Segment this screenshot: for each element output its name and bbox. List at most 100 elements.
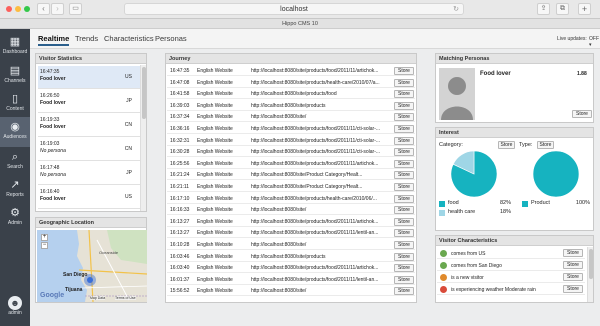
journey-url[interactable]: http://localhost:8080/site/products/heal… xyxy=(251,80,391,86)
journey-store-button[interactable]: Store xyxy=(394,159,414,168)
journey-store-button[interactable]: Store xyxy=(394,113,414,122)
journey-url[interactable]: http://localhost:8080/site/products/food xyxy=(251,91,391,97)
journey-url[interactable]: http://localhost:8080/site/Product Categ… xyxy=(251,172,391,178)
journey-url[interactable]: http://localhost:8080/site/ xyxy=(251,242,391,248)
sidebar-item-audiences[interactable]: ◉ Audiences xyxy=(0,117,30,147)
tab-characteristics[interactable]: Characteristics xyxy=(104,34,154,44)
journey-store-button[interactable]: Store xyxy=(394,101,414,110)
visitor-row[interactable]: 16:26:50 Food lover JP xyxy=(38,90,140,113)
address-bar[interactable]: localhost ↻ xyxy=(124,3,464,15)
journey-store-button[interactable]: Store xyxy=(394,264,414,273)
journey-store-button[interactable]: Store xyxy=(394,241,414,249)
journey-url[interactable]: http://localhost:8080/site/ xyxy=(251,207,391,213)
journey-store-button[interactable]: Store xyxy=(394,125,414,133)
map-data-link[interactable]: Map Data xyxy=(90,296,106,300)
visitor-row[interactable]: 16:17:48 No persona JP xyxy=(38,162,140,185)
journey-store-button[interactable]: Store xyxy=(394,67,414,75)
journey-store-button[interactable]: Store xyxy=(394,194,414,203)
avatar: ☻ xyxy=(8,296,22,310)
persona-store-button[interactable]: Store xyxy=(572,110,592,118)
journey-url[interactable]: http://localhost:8080/site/products/food… xyxy=(251,138,391,144)
journey-store-button[interactable]: Store xyxy=(394,78,414,87)
tab-personas[interactable]: Personas xyxy=(155,34,187,44)
tabs-overview-icon[interactable]: ⧉ xyxy=(556,3,569,15)
visitor-row[interactable]: 16:16:40 Food lover US xyxy=(38,186,140,209)
visitor-row[interactable]: 16:47:35 Food lover US xyxy=(38,66,140,89)
sidebar-item-label: Dashboard xyxy=(2,49,28,55)
map-label-oceanside: Oceanside xyxy=(99,250,119,255)
journey-store-button[interactable]: Store xyxy=(394,229,414,238)
journey-row: 16:03:46 English Website http://localhost:… xyxy=(167,252,415,262)
zoom-out-button[interactable]: − xyxy=(41,242,48,249)
journey-url[interactable]: http://localhost:8080/site/products/food… xyxy=(251,149,391,155)
back-button[interactable]: ‹ xyxy=(37,3,50,15)
visitor-row[interactable]: 16:19:03 No persona CN xyxy=(38,138,140,161)
share-icon[interactable]: ⇪ xyxy=(537,3,550,15)
close-window-icon[interactable] xyxy=(6,6,12,12)
characteristic-store-button[interactable]: Store xyxy=(563,249,583,257)
journey-url[interactable]: http://localhost:8080/site/products/food… xyxy=(251,277,391,283)
forward-button[interactable]: › xyxy=(51,3,64,15)
journey-url[interactable]: http://localhost:8080/site/products xyxy=(251,254,391,260)
journey-url[interactable]: http://localhost:8080/site/products/food… xyxy=(251,219,391,225)
characteristic-row: is a new visitor Store xyxy=(437,272,585,283)
journey-row: 16:41:58 English Website http://localhost:… xyxy=(167,89,415,100)
maximize-window-icon[interactable] xyxy=(24,6,30,12)
characteristic-store-button[interactable]: Store xyxy=(563,261,583,269)
characteristic-text: is experiencing weather Moderate rain xyxy=(451,287,536,293)
journey-store-button[interactable]: Store xyxy=(394,171,414,180)
zoom-in-button[interactable]: + xyxy=(41,234,48,241)
journey-store-button[interactable]: Store xyxy=(394,275,414,284)
tab-trends[interactable]: Trends xyxy=(75,34,98,44)
scrollbar-thumb[interactable] xyxy=(142,67,146,119)
characteristic-store-button[interactable]: Store xyxy=(563,273,583,281)
category-legend-swatch xyxy=(439,201,445,207)
sidebar-item-admin[interactable]: ⚙ Admin xyxy=(0,203,30,233)
journey-url[interactable]: http://localhost:8080/site/products/heal… xyxy=(251,196,391,202)
persona-avatar xyxy=(439,68,475,120)
characteristic-store-button[interactable]: Store xyxy=(563,285,583,293)
journey-store-button[interactable]: Store xyxy=(394,183,414,191)
category-store-button[interactable]: Store xyxy=(498,141,515,149)
scrollbar-thumb[interactable] xyxy=(589,249,593,279)
journey-store-button[interactable]: Store xyxy=(394,90,414,99)
characteristics-scrollbar[interactable] xyxy=(587,247,593,302)
sidebar-item-reports[interactable]: ↗ Reports xyxy=(0,175,30,205)
journey-url[interactable]: http://localhost:8080/site/products/food… xyxy=(251,68,391,74)
visitor-row[interactable]: 16:19:33 Food lover CN xyxy=(38,114,140,137)
terms-link[interactable]: Terms of Use xyxy=(115,296,136,300)
minimize-window-icon[interactable] xyxy=(15,6,21,12)
live-updates-select[interactable]: OFF ▾ xyxy=(589,36,600,48)
journey-time: 16:47:35 xyxy=(170,68,190,74)
channels-icon: ▤ xyxy=(9,65,21,77)
sidebar-item-dashboard[interactable]: ▦ Dashboard xyxy=(0,32,30,62)
user-menu[interactable]: ☻ admin xyxy=(0,293,30,323)
journey-time: 16:17:10 xyxy=(170,195,190,202)
journey-site: English Website xyxy=(197,137,233,144)
journey-url[interactable]: http://localhost:8080/site/products xyxy=(251,103,391,109)
tab-realtime[interactable]: Realtime xyxy=(38,34,70,46)
map[interactable]: + − Oceanside San Diego Tijuana Google M… xyxy=(37,230,147,302)
journey-store-button[interactable]: Store xyxy=(394,148,414,157)
journey-time: 16:16:33 xyxy=(170,207,190,214)
sidebar-toggle-icon[interactable]: ▭ xyxy=(69,3,82,15)
type-store-button[interactable]: Store xyxy=(537,141,554,149)
journey-url[interactable]: http://localhost:8080/site/ xyxy=(251,288,391,294)
sidebar-item-search[interactable]: ⌕ Search xyxy=(0,147,30,177)
journey-url[interactable]: http://localhost:8080/site/ xyxy=(251,114,391,120)
reload-icon[interactable]: ↻ xyxy=(453,4,459,15)
sidebar-item-channels[interactable]: ▤ Channels xyxy=(0,61,30,91)
journey-url[interactable]: http://localhost:8080/site/products/food… xyxy=(251,265,391,271)
journey-store-button[interactable]: Store xyxy=(394,252,414,261)
new-tab-icon[interactable]: + xyxy=(578,3,591,15)
journey-store-button[interactable]: Store xyxy=(394,217,414,226)
sidebar-item-content[interactable]: ▯ Content xyxy=(0,89,30,119)
journey-url[interactable]: http://localhost:8080/site/products/food… xyxy=(251,126,391,132)
journey-url[interactable]: http://localhost:8080/site/Product Categ… xyxy=(251,184,391,190)
journey-url[interactable]: http://localhost:8080/site/products/food… xyxy=(251,161,391,167)
visitor-list-scrollbar[interactable] xyxy=(140,65,146,211)
journey-store-button[interactable]: Store xyxy=(394,206,414,215)
journey-url[interactable]: http://localhost:8080/site/products/food… xyxy=(251,230,391,236)
journey-store-button[interactable]: Store xyxy=(394,136,414,145)
journey-store-button[interactable]: Store xyxy=(394,287,414,296)
